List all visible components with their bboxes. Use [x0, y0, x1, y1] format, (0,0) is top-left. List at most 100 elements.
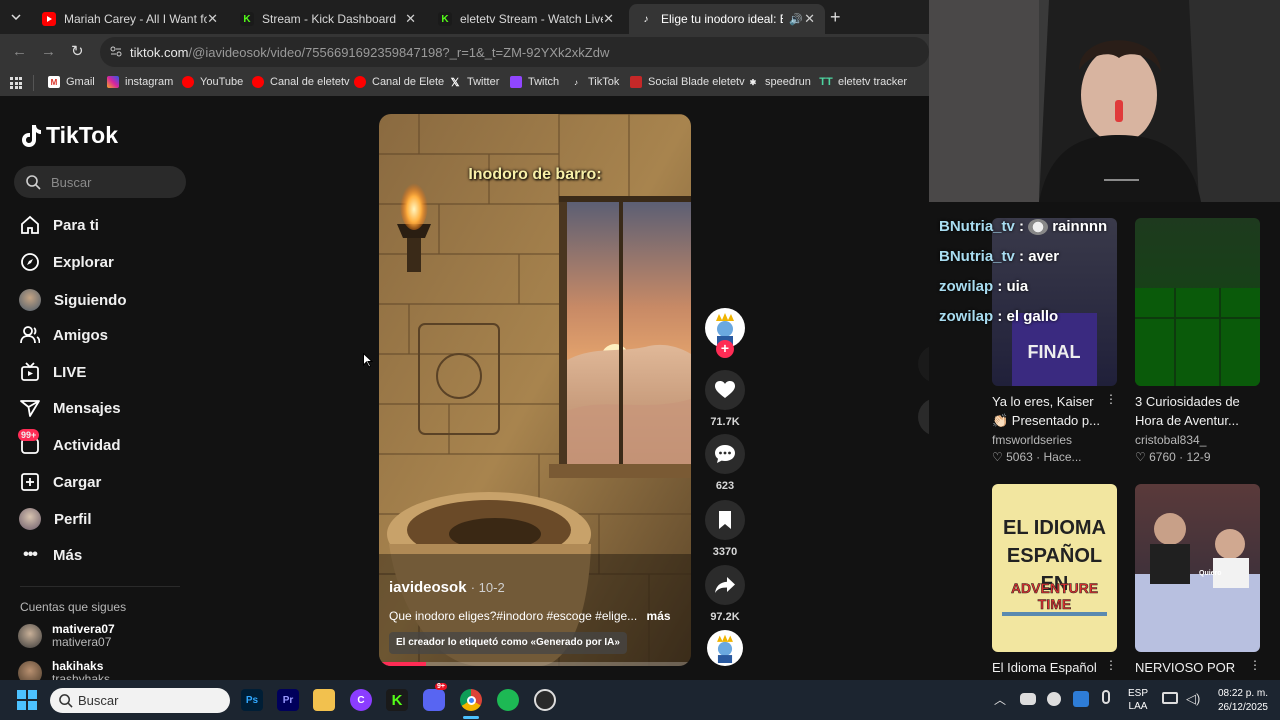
recommended-thumbnail[interactable] [1135, 218, 1260, 386]
recommended-title[interactable]: NERVIOSO POR [1135, 658, 1245, 677]
photoshop-icon[interactable]: Ps [241, 689, 263, 711]
nav-amigos[interactable]: Amigos [20, 325, 108, 345]
language-indicator[interactable]: ESP LAA [1128, 687, 1148, 713]
url-bar[interactable]: tiktok.com/@iavideosok/video/75566916923… [100, 37, 929, 67]
video-player[interactable]: Inodoro de barro: iavideosok · 10-2 Que … [379, 114, 691, 666]
url-domain: tiktok.com [130, 44, 189, 60]
volume-icon[interactable]: ◁) [1186, 691, 1200, 707]
previous-video-button[interactable] [918, 345, 929, 383]
tab-kick-stream[interactable]: K eletetv Stream - Watch Live on Kick ✕ [428, 4, 624, 34]
tiktok-logo[interactable]: TikTok [20, 122, 118, 149]
steam-tray-icon[interactable] [1047, 692, 1061, 706]
bookmark-tiktok[interactable]: ♪ TikTok [570, 76, 619, 88]
canva-icon[interactable]: C [350, 689, 372, 711]
follow-plus-icon[interactable]: + [716, 340, 734, 358]
creator-avatar-button[interactable]: + [705, 308, 745, 358]
bookmark-canal-elete[interactable]: Canal de Elete [354, 76, 444, 88]
spotify-icon[interactable] [497, 689, 519, 711]
bookmark-twitch[interactable]: Twitch [510, 76, 559, 88]
search-icon [26, 174, 41, 190]
progress-track[interactable] [379, 662, 691, 666]
bookmark-speedrun[interactable]: ✱ speedrun [747, 76, 811, 88]
close-icon[interactable]: ✕ [603, 11, 614, 27]
back-icon[interactable]: ← [12, 43, 27, 60]
friends-icon [20, 325, 40, 345]
recommended-title[interactable]: El Idioma Español [992, 658, 1102, 677]
security-tray-icon[interactable] [1073, 691, 1089, 707]
kick-icon[interactable]: K [386, 689, 408, 711]
chat-username: BNutria_tv [939, 248, 1015, 265]
webcam-overlay [929, 0, 1280, 202]
forward-icon[interactable]: → [41, 43, 56, 60]
search-input[interactable]: Buscar [14, 166, 186, 198]
new-tab-button[interactable]: + [830, 7, 841, 28]
tab-title: Mariah Carey - All I Want for Christmas … [64, 12, 208, 26]
recommended-author[interactable]: fmsworldseries [992, 433, 1072, 447]
clock[interactable]: 08:22 p. m. 26/12/2025 [1208, 687, 1268, 715]
recommended-title[interactable]: 3 Curiosidades de Hora de Aventur... [1135, 392, 1265, 430]
tray-overflow-icon[interactable]: ︿ [994, 691, 1006, 708]
video-author[interactable]: iavideosok · 10-2 [389, 579, 505, 596]
bookmark-gmail[interactable]: M Gmail [48, 76, 95, 88]
nav-perfil[interactable]: Perfil [19, 508, 92, 530]
recommended-thumbnail[interactable]: EL IDIOMA ESPAÑOL EN ADVENTURE TIME [992, 484, 1117, 652]
music-disc-avatar[interactable] [705, 630, 745, 666]
network-icon[interactable] [1162, 692, 1178, 704]
recommended-thumbnail[interactable]: Quiero [1135, 484, 1260, 652]
nav-mensajes[interactable]: Mensajes [20, 398, 121, 418]
apps-grid-icon[interactable] [10, 77, 22, 89]
close-icon[interactable]: ✕ [207, 11, 218, 27]
following-item[interactable]: mativera07 mativera07 [18, 623, 115, 649]
comment-button[interactable]: 623 [705, 434, 745, 492]
more-options-icon[interactable]: ⋮ [1105, 392, 1117, 406]
tab-search-dropdown[interactable] [8, 10, 24, 24]
ai-generated-label[interactable]: El creador lo etiquetó como «Generado po… [389, 632, 627, 654]
bookmark-eletetv-tracker[interactable]: TT eletetv tracker [819, 76, 907, 88]
send-icon [20, 398, 40, 418]
site-info-icon[interactable] [110, 45, 122, 57]
more-link[interactable]: más [647, 609, 671, 623]
more-options-icon[interactable]: ⋮ [1249, 658, 1261, 672]
recommended-title[interactable]: Ya lo eres, Kaiser 👏🏻 Presentado p... [992, 392, 1112, 430]
file-explorer-icon[interactable] [313, 689, 335, 711]
recommended-thumbnail[interactable]: FINAL [992, 218, 1117, 386]
close-icon[interactable]: ✕ [405, 11, 416, 27]
nav-actividad[interactable]: 99+ Actividad [18, 429, 121, 455]
tab-kick-dashboard[interactable]: K Stream - Kick Dashboard ✕ [230, 4, 426, 34]
save-button[interactable]: 3370 [705, 500, 745, 558]
obs-icon[interactable] [534, 689, 556, 711]
reload-icon[interactable]: ↻ [71, 42, 84, 60]
kick-icon: K [240, 12, 254, 26]
close-icon[interactable]: ✕ [804, 11, 815, 27]
microphone-icon[interactable] [1102, 690, 1110, 704]
more-options-icon[interactable]: ⋮ [1105, 658, 1117, 672]
windows-start-icon[interactable] [17, 690, 37, 710]
following-item[interactable]: hakihaks trashyhaks [18, 660, 110, 680]
chat-message: zowilap : uia [939, 278, 1029, 295]
speedrun-icon: ✱ [749, 77, 757, 87]
share-button[interactable]: 97.2K [705, 565, 745, 623]
tab-tiktok[interactable]: ♪ Elige tu inodoro ideal: Estilo 🔊 ✕ [629, 4, 825, 34]
speaker-icon[interactable]: 🔊 [789, 13, 803, 26]
bookmark-instagram[interactable]: instagram [107, 76, 173, 88]
bookmark-twitter[interactable]: 𝕏 Twitter [449, 76, 500, 89]
tab-youtube[interactable]: Mariah Carey - All I Want for Christmas … [32, 4, 228, 34]
nav-explorar[interactable]: Explorar [20, 252, 114, 272]
taskbar-search-input[interactable]: Buscar [50, 688, 230, 713]
premiere-icon[interactable]: Pr [277, 689, 299, 711]
chrome-icon[interactable] [460, 689, 482, 711]
nav-para-ti[interactable]: Para ti [20, 215, 99, 235]
recommended-author[interactable]: cristobal834_ [1135, 433, 1206, 447]
share-icon [705, 565, 745, 605]
discord-tray-icon[interactable] [1020, 693, 1036, 705]
discord-icon[interactable]: 9+ [423, 683, 447, 711]
bookmark-canal-eletetv[interactable]: Canal de eletetv [252, 76, 350, 88]
nav-cargar[interactable]: Cargar [20, 472, 101, 492]
nav-mas[interactable]: ••• Más [20, 545, 82, 565]
like-button[interactable]: 71.7K [705, 370, 745, 428]
nav-siguiendo[interactable]: Siguiendo [19, 289, 127, 311]
bookmark-social-blade[interactable]: Social Blade eletetv [630, 76, 745, 88]
bookmark-youtube[interactable]: YouTube [182, 76, 243, 88]
nav-live[interactable]: LIVE [20, 362, 86, 382]
next-video-button[interactable] [918, 398, 929, 436]
